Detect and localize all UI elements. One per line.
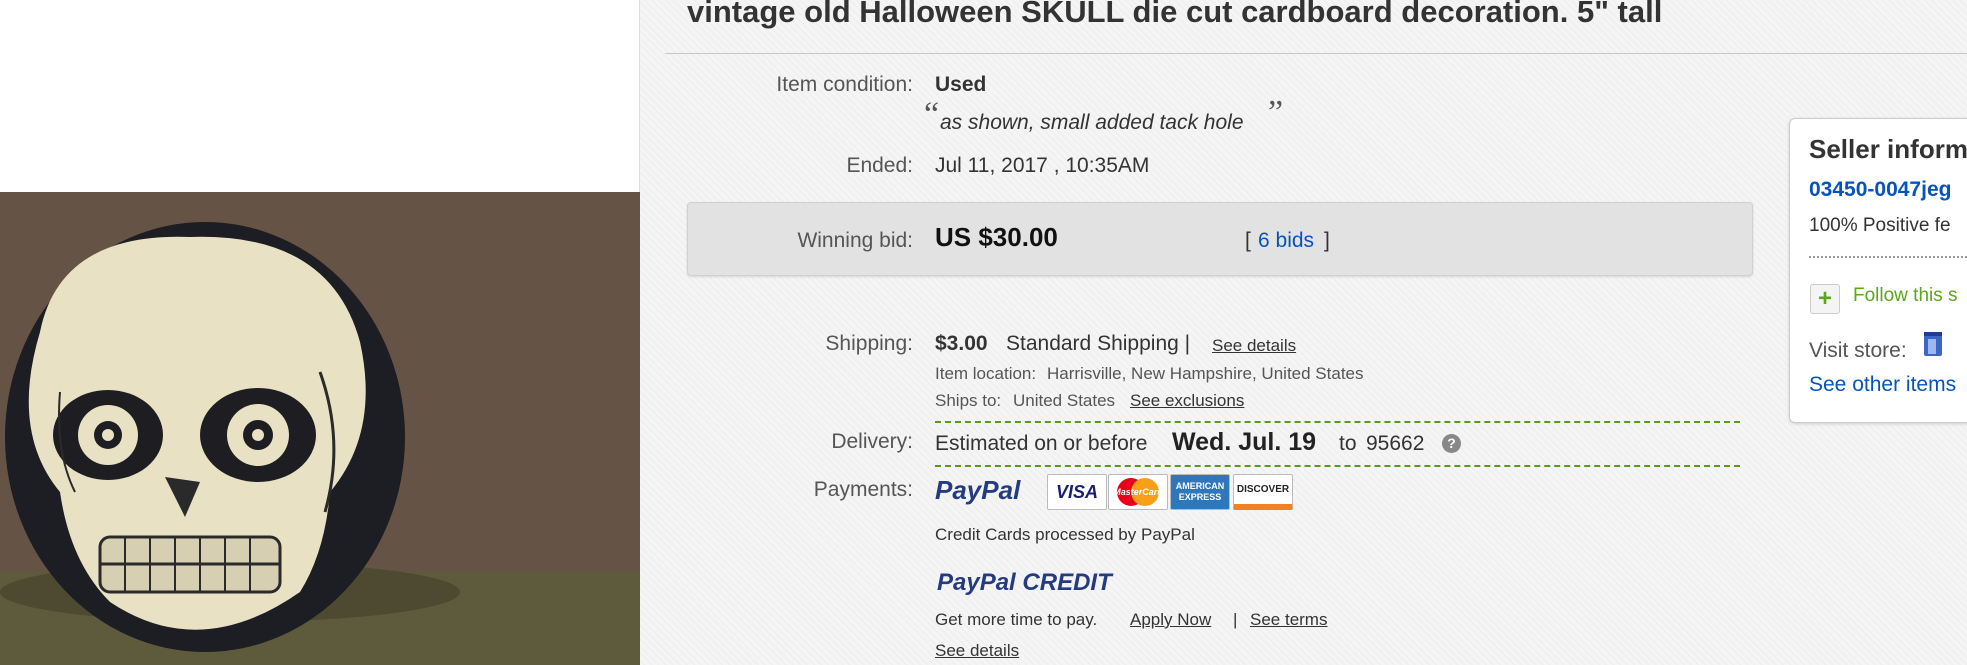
item-location-label: Item location: (935, 364, 1037, 383)
paypal-credit-logo-a: PayPal (937, 569, 1016, 596)
ships-to-label: Ships to: (935, 391, 1002, 410)
ships-to-value: United States (1013, 391, 1116, 410)
discover-card-icon: DISCOVER (1233, 474, 1293, 510)
delivery-to: to (1339, 432, 1357, 455)
delivery-zip[interactable]: 95662 (1366, 432, 1424, 456)
seller-divider (1809, 256, 1967, 258)
close-quote: ” (1268, 94, 1284, 131)
seller-username-link[interactable]: 03450-0047jeg (1809, 178, 1951, 202)
see-other-items-link[interactable]: See other items (1809, 373, 1956, 397)
store-door-icon (1924, 332, 1942, 356)
delivery-divider-top (935, 421, 1740, 423)
seller-feedback: 100% Positive fe (1809, 215, 1951, 236)
ended-label: Ended: (846, 154, 913, 177)
winning-bid-price: US $30.00 (935, 222, 1058, 252)
amex-card-icon: AMERICAN EXPRESS (1170, 474, 1230, 510)
delivery-prefix: Estimated on or before (935, 432, 1148, 455)
follow-plus-icon[interactable]: + (1810, 284, 1840, 314)
shipping-label: Shipping: (825, 332, 913, 355)
apply-now-link[interactable]: Apply Now (1130, 610, 1211, 630)
skull-decoration-image (0, 192, 640, 665)
paypal-credit-logo: PayPal CREDIT (937, 569, 1112, 597)
visa-card-icon: VISA (1047, 474, 1107, 510)
see-exclusions-link[interactable]: See exclusions (1130, 391, 1244, 411)
condition-value: Used (935, 73, 987, 96)
visit-store-label: Visit store: (1809, 339, 1907, 362)
shipping-service: Standard Shipping | (1006, 332, 1191, 355)
title-divider (665, 53, 1967, 54)
seller-heading: Seller inform (1809, 134, 1967, 164)
credit-cards-note: Credit Cards processed by PayPal (935, 525, 1195, 544)
paypal-logo: PayPal (935, 475, 1021, 505)
mastercard-icon: MasterCard (1108, 474, 1168, 510)
mastercard-label: MasterCard (1113, 487, 1163, 497)
delivery-date: Wed. Jul. 19 (1172, 428, 1317, 456)
bids-open-bracket: [ (1245, 229, 1251, 252)
paypal-credit-logo-b: CREDIT (1022, 569, 1112, 596)
payments-label: Payments: (813, 478, 913, 501)
help-icon[interactable]: ? (1442, 434, 1461, 453)
delivery-divider-bottom (935, 465, 1740, 467)
link-separator: | (1233, 610, 1238, 629)
follow-seller-link[interactable]: Follow this s (1853, 285, 1958, 307)
shipping-details-link[interactable]: See details (1212, 336, 1296, 356)
condition-label: Item condition: (776, 73, 913, 96)
shipping-cost: $3.00 (935, 332, 988, 355)
open-quote: “ (924, 96, 940, 133)
winning-bid-label: Winning bid: (797, 229, 913, 252)
item-photo[interactable] (0, 192, 640, 665)
see-terms-link[interactable]: See terms (1250, 610, 1327, 630)
ended-value: Jul 11, 2017 , 10:35AM (935, 154, 1150, 177)
delivery-label: Delivery: (831, 430, 913, 453)
bids-close-bracket: ] (1324, 229, 1330, 252)
condition-note: as shown, small added tack hole (940, 111, 1244, 134)
item-title: vintage old Halloween SKULL die cut card… (687, 0, 1663, 29)
item-location: Harrisville, New Hampshire, United State… (1047, 364, 1364, 383)
store-icon[interactable] (1922, 330, 1944, 358)
credit-text: Get more time to pay. (935, 610, 1098, 629)
credit-details-link[interactable]: See details (935, 641, 1019, 661)
bid-history-link[interactable]: 6 bids (1258, 229, 1314, 253)
